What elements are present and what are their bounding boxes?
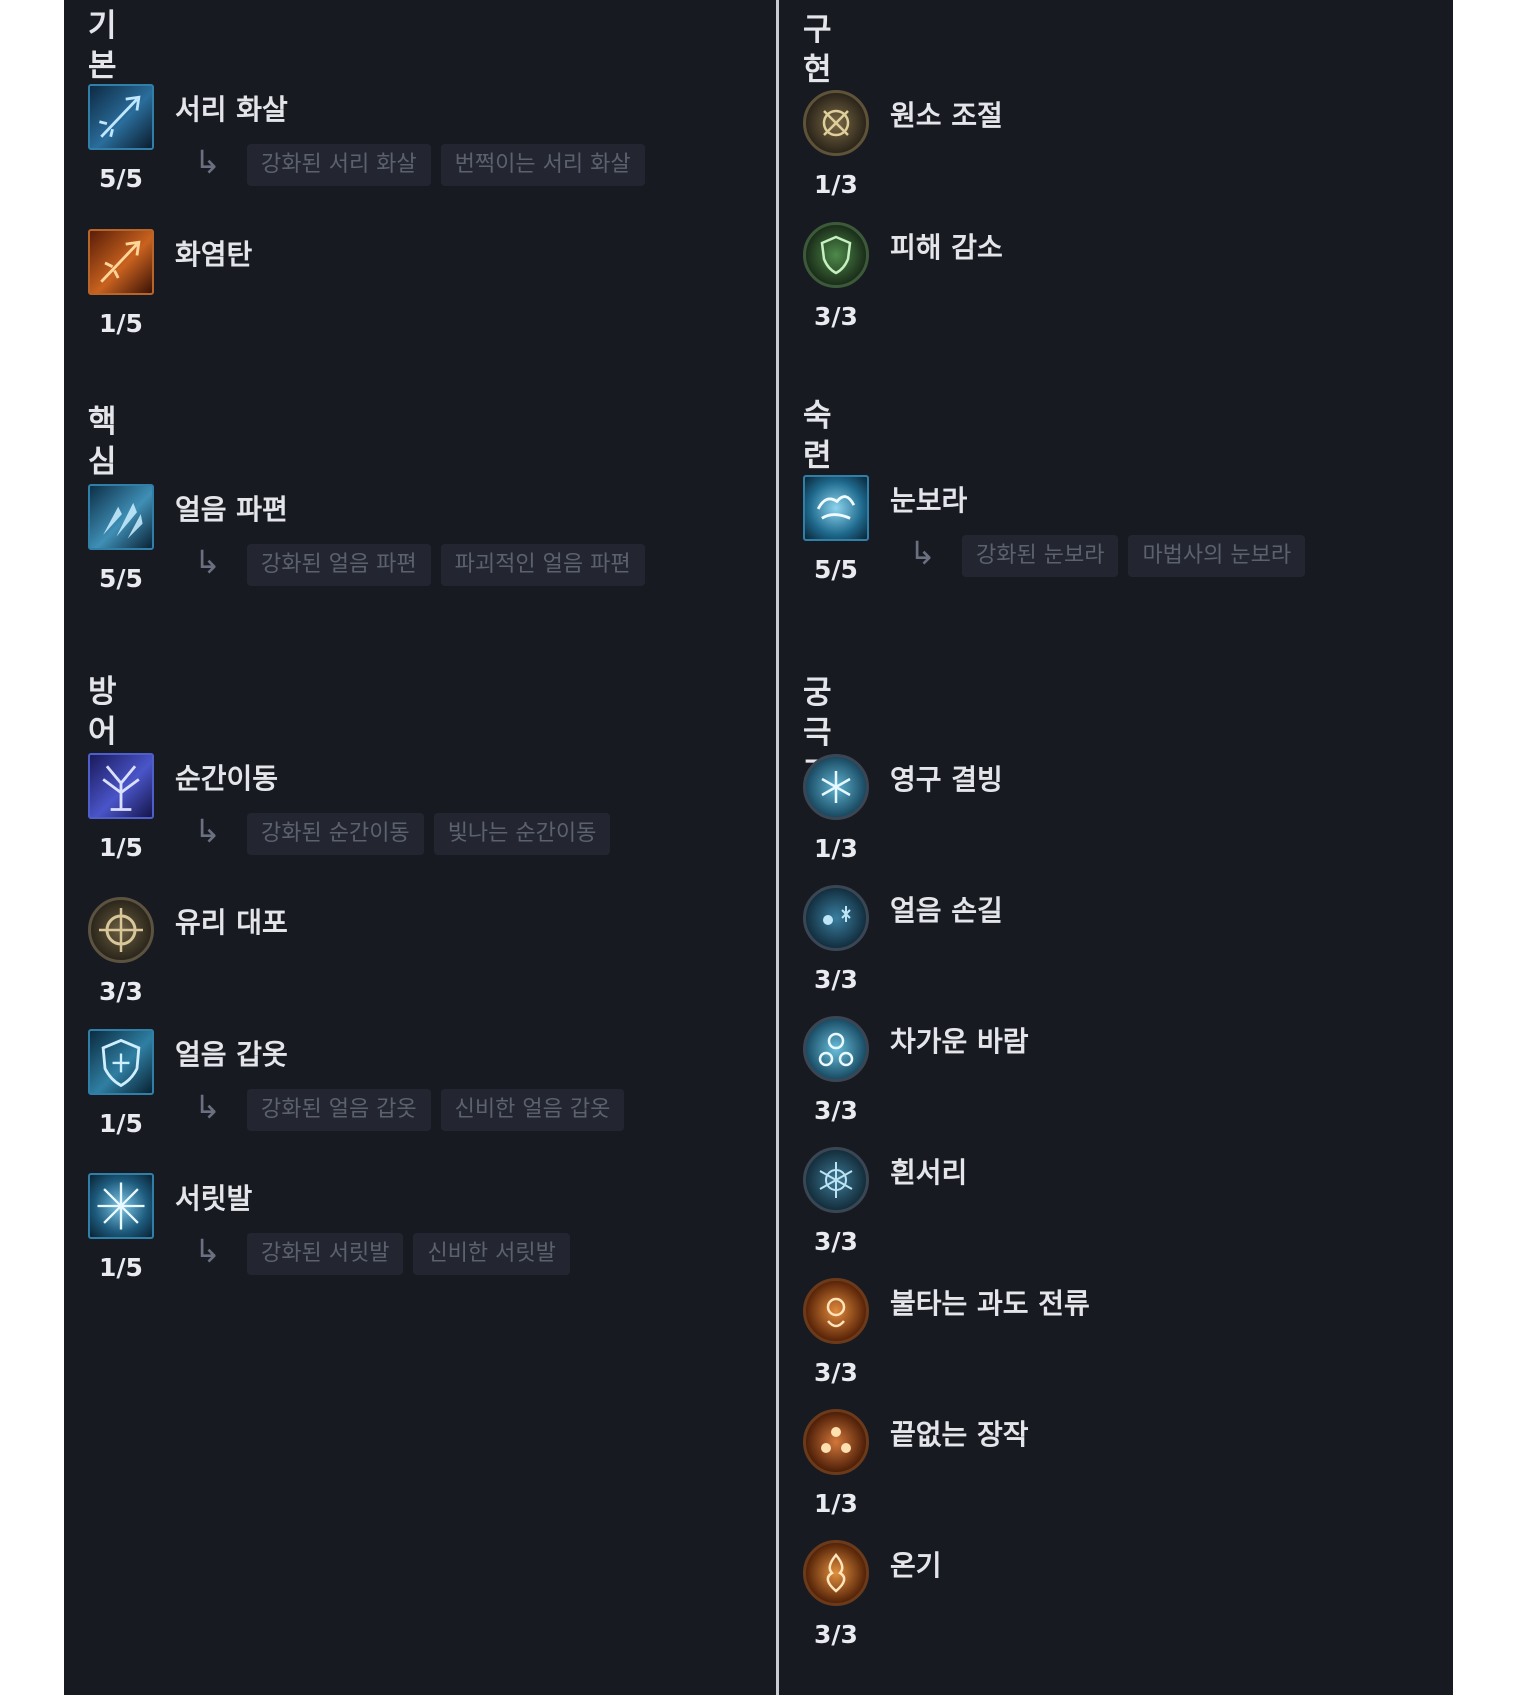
skill-rank: 1/5: [99, 833, 143, 862]
skill-rank: 3/3: [99, 977, 143, 1006]
ice-armor-icon: [88, 1029, 154, 1095]
modifier-list: 강화된 서리 화살 번쩍이는 서리 화살: [247, 144, 655, 186]
skill-rank: 3/3: [814, 965, 858, 994]
skill-name: 불타는 과도 전류: [890, 1287, 1090, 1320]
section-title: 핵심: [88, 404, 117, 480]
skill-name: 얼음 갑옷: [175, 1038, 288, 1071]
modifier-chip[interactable]: 강화된 얼음 갑옷: [247, 1089, 431, 1131]
endless-pyre-icon: [803, 1409, 869, 1475]
skill-name: 온기: [890, 1549, 942, 1582]
blizzard-icon: [803, 475, 869, 541]
skill-name: 피해 감소: [890, 231, 1003, 264]
skill-name: 얼음 파편: [175, 493, 288, 526]
modifier-arrow-icon: ↳: [194, 812, 221, 850]
skill-rank: 1/5: [99, 1253, 143, 1282]
ice-shards-icon: [88, 484, 154, 550]
skill-rank: 5/5: [99, 564, 143, 593]
modifier-chip[interactable]: 번쩍이는 서리 화살: [440, 144, 645, 186]
skill-rank: 5/5: [99, 164, 143, 193]
frost-nova-icon: [88, 1173, 154, 1239]
section-title: 구현: [803, 12, 832, 88]
elemental-attunement-icon: [803, 90, 869, 156]
skill-rank: 1/3: [814, 834, 858, 863]
modifier-chip[interactable]: 신비한 서릿발: [413, 1233, 570, 1275]
skill-name: 화염탄: [175, 238, 253, 271]
teleport-icon: [88, 753, 154, 819]
icy-touch-icon: [803, 885, 869, 951]
modifier-chip[interactable]: 강화된 서릿발: [247, 1233, 404, 1275]
skill-name: 얼음 손길: [890, 894, 1003, 927]
damage-reduction-icon: [803, 222, 869, 288]
modifier-list: 강화된 서릿발 신비한 서릿발: [247, 1233, 580, 1275]
skill-rank: 1/5: [99, 309, 143, 338]
modifier-arrow-icon: ↳: [194, 1232, 221, 1270]
column-divider: [776, 0, 779, 1695]
section-title: 숙련: [803, 398, 832, 474]
modifier-arrow-icon: ↳: [909, 534, 936, 572]
frost-arrow-icon: [88, 84, 154, 150]
modifier-chip[interactable]: 신비한 얼음 갑옷: [440, 1089, 625, 1131]
skill-name: 서리 화살: [175, 93, 288, 126]
modifier-list: 강화된 얼음 파편 파괴적인 얼음 파편: [247, 544, 655, 586]
modifier-list: 강화된 순간이동 빛나는 순간이동: [247, 813, 620, 855]
skill-rank: 5/5: [814, 555, 858, 584]
modifier-chip[interactable]: 강화된 눈보라: [962, 535, 1119, 577]
skill-rank: 3/3: [814, 302, 858, 331]
skill-rank: 3/3: [814, 1227, 858, 1256]
modifier-arrow-icon: ↳: [194, 143, 221, 181]
permafrost-icon: [803, 754, 869, 820]
modifier-arrow-icon: ↳: [194, 543, 221, 581]
section-title: 방어: [88, 674, 117, 750]
skill-name: 영구 결빙: [890, 763, 1003, 796]
skill-name: 차가운 바람: [890, 1025, 1029, 1058]
modifier-chip[interactable]: 빛나는 순간이동: [433, 813, 611, 855]
skill-name: 눈보라: [890, 484, 968, 517]
skill-rank: 1/5: [99, 1109, 143, 1138]
skill-rank: 3/3: [814, 1620, 858, 1649]
skill-name: 원소 조절: [890, 99, 1003, 132]
modifier-list: 강화된 눈보라 마법사의 눈보라: [962, 535, 1315, 577]
skill-rank: 1/3: [814, 170, 858, 199]
modifier-chip[interactable]: 파괴적인 얼음 파편: [440, 544, 645, 586]
skill-rank: 3/3: [814, 1358, 858, 1387]
skill-name: 순간이동: [175, 762, 279, 795]
skill-name: 끝없는 장작: [890, 1418, 1029, 1451]
skill-rank: 1/3: [814, 1489, 858, 1518]
fire-bolt-icon: [88, 229, 154, 295]
glass-cannon-icon: [88, 897, 154, 963]
modifier-chip[interactable]: 강화된 얼음 파편: [247, 544, 431, 586]
hoarfrost-icon: [803, 1147, 869, 1213]
skill-name: 흰서리: [890, 1156, 968, 1189]
skill-rank: 3/3: [814, 1096, 858, 1125]
section-title: 기본: [88, 8, 117, 84]
skill-name: 서릿발: [175, 1182, 253, 1215]
searing-heat-icon: [803, 1278, 869, 1344]
modifier-chip[interactable]: 마법사의 눈보라: [1128, 535, 1306, 577]
warmth-icon: [803, 1540, 869, 1606]
modifier-chip[interactable]: 강화된 서리 화살: [247, 144, 431, 186]
skill-name: 유리 대포: [175, 906, 288, 939]
modifier-arrow-icon: ↳: [194, 1088, 221, 1126]
modifier-list: 강화된 얼음 갑옷 신비한 얼음 갑옷: [247, 1089, 634, 1131]
modifier-chip[interactable]: 강화된 순간이동: [247, 813, 424, 855]
frigid-breeze-icon: [803, 1016, 869, 1082]
